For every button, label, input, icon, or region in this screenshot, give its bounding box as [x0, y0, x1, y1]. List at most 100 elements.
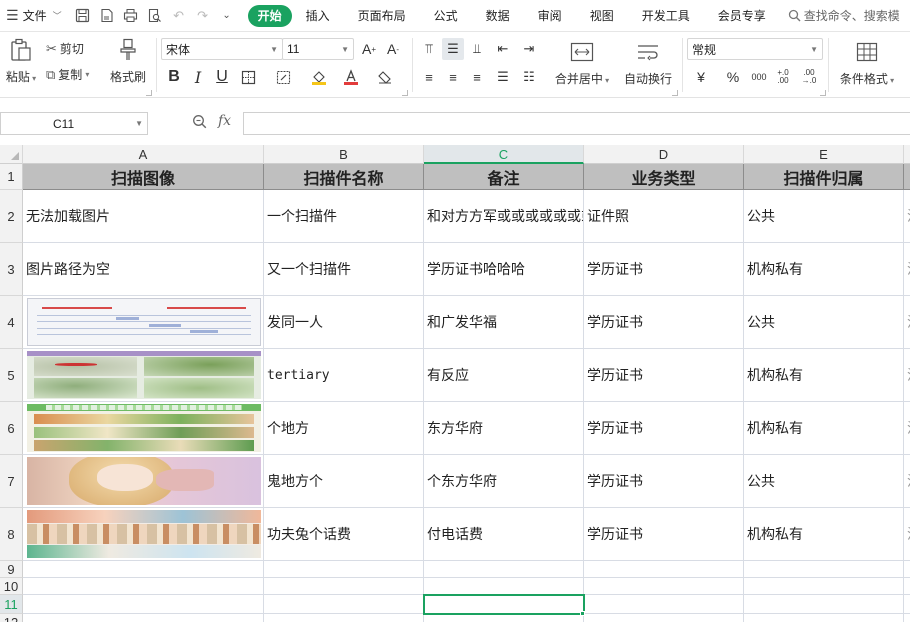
cell-f3[interactable]: 注 — [904, 243, 910, 296]
cell-d4[interactable]: 学历证书 — [584, 296, 744, 349]
header-cell-f[interactable] — [904, 164, 910, 190]
increase-indent-icon[interactable]: ⇥ — [518, 38, 540, 60]
cell-a8[interactable] — [23, 508, 264, 561]
cell-d10[interactable] — [584, 578, 744, 595]
row-header-12[interactable]: 12 — [0, 614, 23, 622]
undo-icon[interactable]: ↶ — [168, 5, 190, 27]
tab-insert[interactable]: 插入 — [292, 5, 344, 27]
clear-format-icon[interactable] — [374, 66, 396, 88]
align-right-icon[interactable]: ≡ — [466, 66, 488, 88]
cell-c10[interactable] — [424, 578, 584, 595]
insert-function-icon[interactable]: fx — [218, 113, 231, 129]
row-header-5[interactable]: 5 — [0, 349, 23, 402]
tab-formulas[interactable]: 公式 — [420, 5, 472, 27]
cell-b4[interactable]: 发同一人 — [264, 296, 424, 349]
fill-color-icon[interactable] — [308, 66, 330, 88]
font-color-icon[interactable] — [340, 66, 362, 88]
scan-thumbnail-banner[interactable] — [27, 510, 261, 558]
column-header-b[interactable]: B — [264, 145, 424, 164]
file-menu[interactable]: ☰ 文件 ﹀ — [0, 0, 68, 32]
cell-a2[interactable]: 无法加载图片 — [23, 190, 264, 243]
tab-page-layout[interactable]: 页面布局 — [344, 5, 420, 27]
select-all-button[interactable] — [0, 145, 23, 164]
increase-decimal-icon[interactable]: +.0 .00 — [772, 66, 794, 88]
export-pdf-icon[interactable] — [96, 5, 118, 27]
zoom-icon[interactable] — [192, 114, 207, 132]
wrap-text-button[interactable]: 自动换行 — [618, 38, 678, 87]
copy-button[interactable]: ⧉ 复制 ▾ — [46, 66, 89, 83]
format-painter-button[interactable]: 格式刷 — [108, 36, 148, 85]
cell-f6[interactable]: 注 — [904, 402, 910, 455]
fill-handle[interactable] — [580, 611, 585, 616]
align-center-icon[interactable]: ≡ — [442, 66, 464, 88]
cell-a10[interactable] — [23, 578, 264, 595]
font-name-select[interactable]: 宋体 ▼ — [161, 38, 283, 60]
paste-button[interactable]: 粘贴 ▾ — [2, 36, 40, 85]
active-cell-selection[interactable] — [423, 594, 585, 615]
increase-font-icon[interactable]: A + — [358, 38, 380, 60]
cell-e4[interactable]: 公共 — [744, 296, 904, 349]
cell-b2[interactable]: 一个扫描件 — [264, 190, 424, 243]
scan-thumbnail-portrait[interactable] — [27, 457, 261, 505]
row-header-1[interactable]: 1 — [0, 164, 23, 190]
align-left-icon[interactable]: ≡ — [418, 66, 440, 88]
percent-format-icon[interactable]: % — [722, 66, 744, 88]
row-header-3[interactable]: 3 — [0, 243, 23, 296]
header-cell-scan-name[interactable]: 扫描件名称 — [264, 164, 424, 190]
borders-icon[interactable] — [237, 66, 259, 88]
scan-thumbnail-insects[interactable] — [27, 351, 261, 399]
cell-c12[interactable] — [424, 614, 584, 622]
cell-d7[interactable]: 学历证书 — [584, 455, 744, 508]
cell-style-icon[interactable] — [272, 66, 294, 88]
cell-f8[interactable]: 注 — [904, 508, 910, 561]
tab-view[interactable]: 视图 — [576, 5, 628, 27]
cell-e10[interactable] — [744, 578, 904, 595]
cell-d3[interactable]: 学历证书 — [584, 243, 744, 296]
command-search[interactable]: 查找命令、搜索模 — [788, 7, 900, 24]
number-format-select[interactable]: 常规 ▼ — [687, 38, 823, 60]
column-header-a[interactable]: A — [23, 145, 264, 164]
cell-b10[interactable] — [264, 578, 424, 595]
tab-developer[interactable]: 开发工具 — [628, 5, 704, 27]
column-header-c[interactable]: C — [424, 145, 584, 164]
cell-f5[interactable]: 注 — [904, 349, 910, 402]
thousands-separator-icon[interactable]: 000 — [748, 66, 770, 88]
scan-thumbnail-form[interactable] — [27, 298, 261, 346]
merge-center-button[interactable]: 合并居中 ▾ — [550, 38, 614, 87]
cell-d9[interactable] — [584, 561, 744, 578]
tab-review[interactable]: 审阅 — [524, 5, 576, 27]
cell-b5[interactable]: tertiary — [264, 349, 424, 402]
cell-c2[interactable]: 和对方方军或或或或或或或 — [424, 190, 584, 243]
header-cell-note[interactable]: 备注 — [424, 164, 584, 190]
distributed-align-icon[interactable]: ☷ — [518, 66, 540, 88]
currency-format-icon[interactable]: ¥ — [690, 66, 712, 88]
customize-toolbar-icon[interactable]: ⌄ — [216, 5, 238, 27]
conditional-format-button[interactable]: 条件格式 ▾ — [834, 38, 900, 87]
cell-f12[interactable] — [904, 614, 910, 622]
cut-button[interactable]: ✂ 剪切 — [46, 40, 84, 57]
justify-icon[interactable]: ☰ — [492, 66, 514, 88]
cell-c7[interactable]: 个东方华府 — [424, 455, 584, 508]
cell-d5[interactable]: 学历证书 — [584, 349, 744, 402]
align-top-icon[interactable]: ⫪ — [418, 38, 440, 60]
row-header-8[interactable]: 8 — [0, 508, 23, 561]
print-icon[interactable] — [120, 5, 142, 27]
cell-e2[interactable]: 公共 — [744, 190, 904, 243]
row-header-2[interactable]: 2 — [0, 190, 23, 243]
tab-member[interactable]: 会员专享 — [704, 5, 780, 27]
tab-home[interactable]: 开始 — [247, 4, 292, 27]
cell-e8[interactable]: 机构私有 — [744, 508, 904, 561]
cell-d2[interactable]: 证件照 — [584, 190, 744, 243]
header-cell-scan-image[interactable]: 扫描图像 — [23, 164, 264, 190]
cell-c8[interactable]: 付电话费 — [424, 508, 584, 561]
cell-a4[interactable] — [23, 296, 264, 349]
cell-e3[interactable]: 机构私有 — [744, 243, 904, 296]
cell-b11[interactable] — [264, 595, 424, 614]
name-box[interactable]: C11 ▼ — [0, 112, 148, 135]
align-middle-icon[interactable]: ☰ — [442, 38, 464, 60]
cell-b6[interactable]: 个地方 — [264, 402, 424, 455]
header-cell-owner[interactable]: 扫描件归属 — [744, 164, 904, 190]
cell-d12[interactable] — [584, 614, 744, 622]
redo-icon[interactable]: ↷ — [192, 5, 214, 27]
row-header-9[interactable]: 9 — [0, 561, 23, 578]
